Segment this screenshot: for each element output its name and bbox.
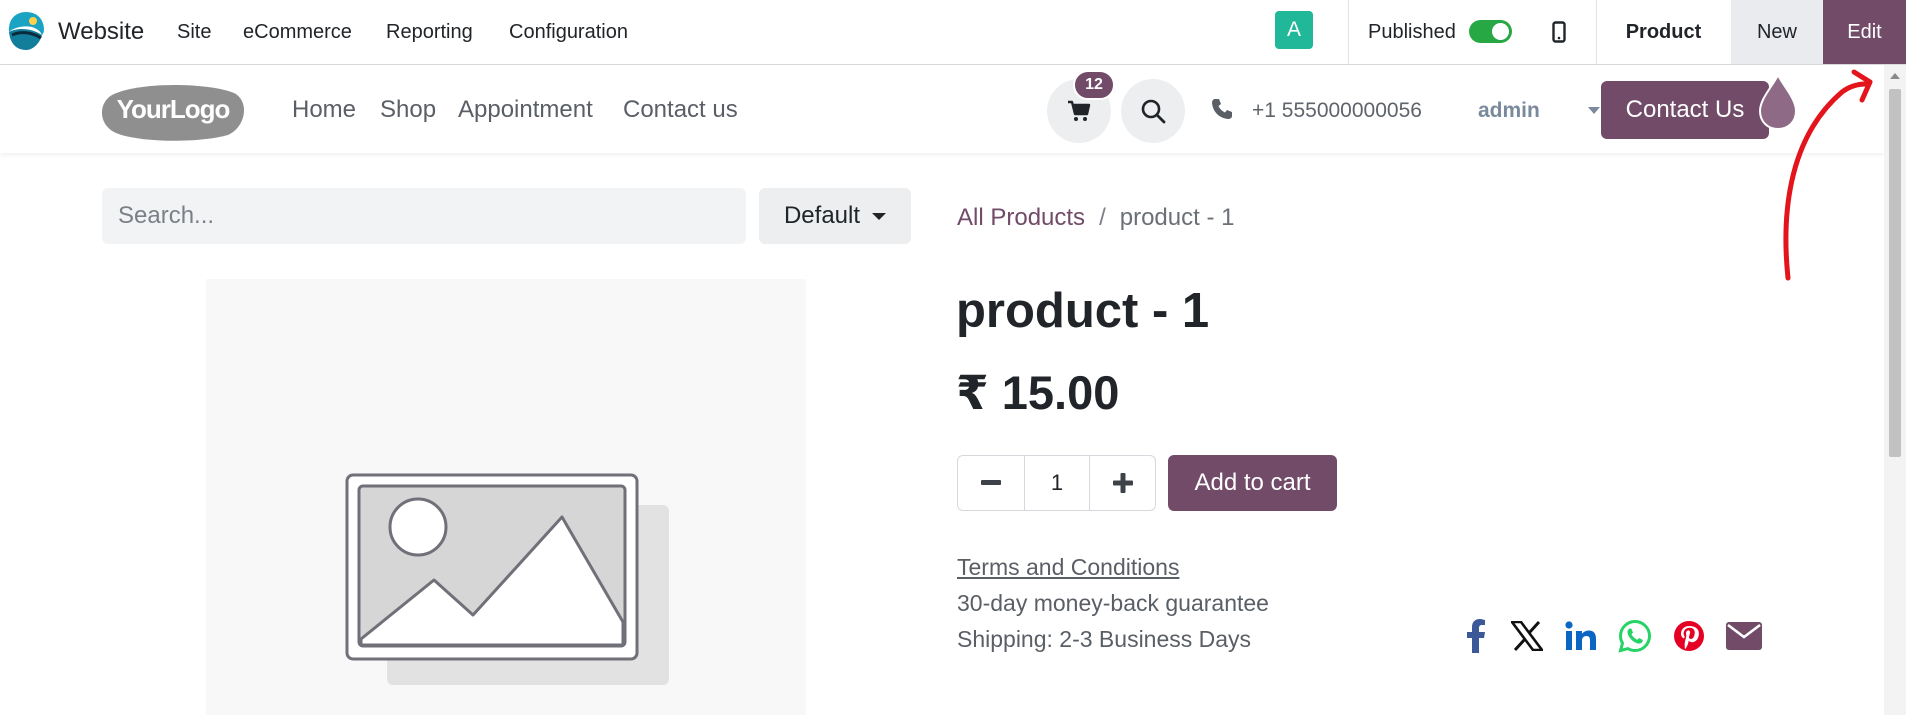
app-name[interactable]: Website [58,0,144,64]
product-image[interactable] [206,279,806,715]
product-button[interactable]: Product [1598,0,1729,64]
scrollbar-thumb[interactable] [1889,89,1901,457]
toggle-knob [1492,23,1509,40]
chevron-down-icon [872,212,887,220]
chevron-down-icon [1588,107,1600,114]
mobile-icon [1552,21,1566,43]
breadcrumb-current: product - 1 [1119,204,1235,231]
page-scrollbar[interactable] [1884,65,1906,715]
terms-link[interactable]: Terms and Conditions [957,550,1179,584]
menu-configuration[interactable]: Configuration [509,0,628,64]
contact-us-button[interactable]: Contact Us [1601,81,1769,139]
website-app-icon[interactable] [6,10,46,52]
search-icon [1141,99,1166,124]
image-placeholder-icon [345,473,669,685]
add-to-cart-button[interactable]: Add to cart [1168,455,1337,511]
menu-reporting[interactable]: Reporting [386,0,473,64]
new-button[interactable]: New [1731,0,1823,64]
menu-ecommerce[interactable]: eCommerce [243,0,352,64]
cart-icon [1068,100,1091,121]
published-toggle[interactable] [1469,20,1512,43]
website-header: YourLogo Home Shop Appointment Contact u… [0,65,1884,153]
nav-contact-us[interactable]: Contact us [623,89,738,131]
nav-shop[interactable]: Shop [380,89,436,131]
sort-dropdown[interactable]: Default [759,188,911,244]
plus-icon [1113,473,1133,493]
user-avatar[interactable]: A [1275,11,1313,49]
whatsapp-icon[interactable] [1617,616,1653,656]
x-icon[interactable] [1510,616,1544,656]
pinterest-icon[interactable] [1672,616,1706,656]
menu-site[interactable]: Site [177,0,211,64]
product-search-input[interactable] [118,188,678,244]
user-menu[interactable]: admin [1478,91,1540,131]
product-search-box [102,188,819,244]
facebook-icon[interactable] [1462,616,1490,656]
scroll-up-arrow-icon[interactable] [1890,73,1900,79]
guarantee-text: 30-day money-back guarantee [957,589,1269,616]
quantity-increase-button[interactable] [1089,456,1155,510]
site-logo[interactable]: YourLogo [100,83,246,141]
breadcrumb-all-products[interactable]: All Products [957,204,1085,232]
odoo-navbar: Website Site eCommerce Reporting Configu… [0,0,1906,65]
quantity-stepper [957,455,1156,511]
nav-home[interactable]: Home [292,89,356,131]
mobile-preview-button[interactable] [1538,0,1580,64]
quantity-decrease-button[interactable] [958,456,1025,510]
nav-appointment[interactable]: Appointment [458,89,593,131]
divider [1348,0,1349,64]
sort-label: Default [783,202,861,229]
divider [1596,0,1597,64]
svg-text:YourLogo: YourLogo [117,94,230,124]
minus-icon [981,480,1001,485]
header-search-button[interactable] [1121,79,1185,143]
theme-drop-icon[interactable] [1756,73,1800,131]
phone-number[interactable]: +1 555000000056 [1252,91,1422,131]
edit-button[interactable]: Edit [1823,0,1906,64]
product-title: product - 1 [956,284,1210,338]
published-label: Published [1368,20,1456,43]
email-icon[interactable] [1725,616,1763,656]
breadcrumb: All Products / product - 1 [957,200,1234,236]
breadcrumb-separator: / [1099,204,1106,231]
cart-count-badge: 12 [1073,70,1115,100]
quantity-input[interactable] [1025,456,1089,510]
shipping-text: Shipping: 2-3 Business Days [957,625,1252,652]
product-price: ₹ 15.00 [956,366,1120,419]
linkedin-icon[interactable] [1564,616,1598,656]
phone-icon [1210,97,1234,121]
